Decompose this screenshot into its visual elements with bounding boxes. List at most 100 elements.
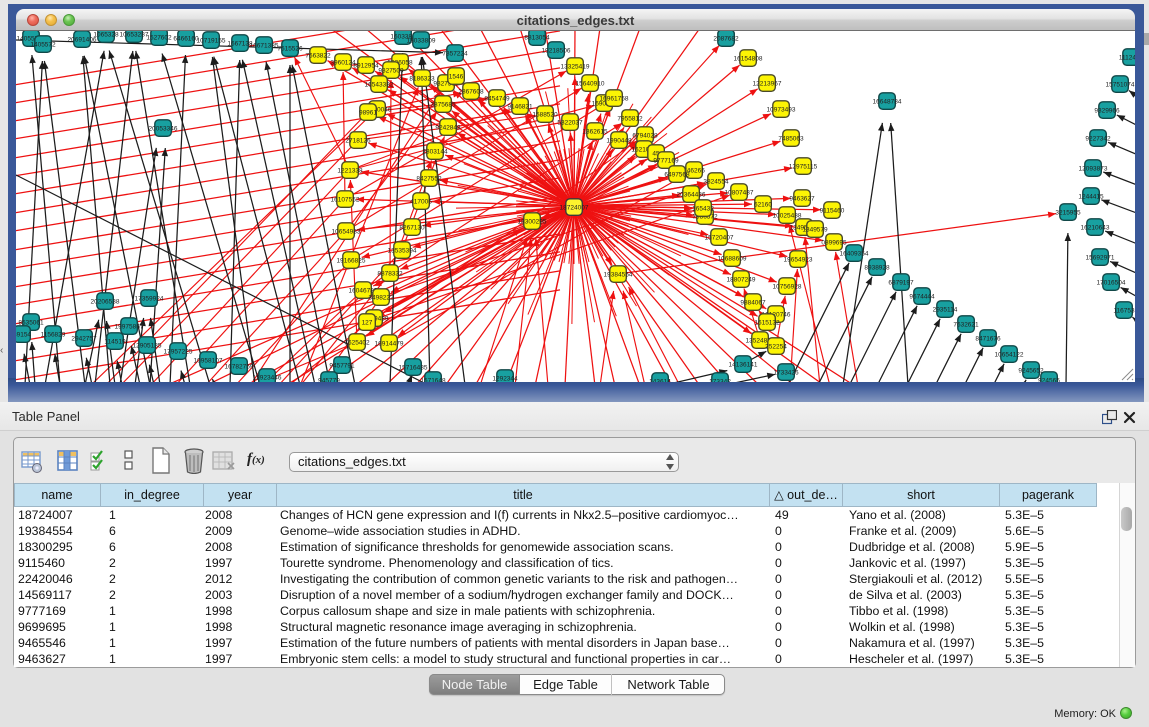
- svg-text:10654122: 10654122: [995, 351, 1024, 358]
- svg-text:9115460: 9115460: [820, 207, 845, 214]
- svg-text:3875685: 3875685: [430, 101, 456, 108]
- svg-text:19654923: 19654923: [784, 256, 813, 263]
- svg-text:8454749: 8454749: [484, 95, 510, 102]
- svg-text:16961758: 16961758: [600, 95, 629, 102]
- svg-text:9146821: 9146821: [507, 103, 533, 110]
- svg-text:16782759: 16782759: [225, 363, 254, 370]
- svg-text:18300295: 18300295: [518, 218, 547, 225]
- svg-text:15692971: 15692971: [1086, 254, 1115, 261]
- svg-text:1362615: 1362615: [582, 128, 608, 135]
- svg-text:7955812: 7955812: [617, 115, 643, 122]
- svg-text:16671385: 16671385: [250, 42, 279, 49]
- svg-text:17957225: 17957225: [164, 348, 193, 355]
- svg-text:19384554: 19384554: [604, 271, 633, 278]
- svg-text:19975867: 19975867: [115, 323, 144, 330]
- svg-text:16210643: 16210643: [1081, 224, 1110, 231]
- svg-text:13535394: 13535394: [388, 247, 417, 254]
- svg-text:98961: 98961: [359, 109, 377, 116]
- svg-text:9242848: 9242848: [435, 124, 461, 131]
- svg-text:7485063: 7485063: [778, 135, 804, 142]
- svg-text:17359924: 17359924: [135, 295, 164, 302]
- svg-text:9777169: 9777169: [653, 157, 679, 164]
- svg-text:10719155: 10719155: [197, 37, 226, 44]
- svg-text:1244415: 1244415: [1078, 193, 1104, 200]
- svg-text:13325419: 13325419: [561, 63, 590, 70]
- svg-text:1292344: 1292344: [492, 375, 518, 382]
- svg-text:114519: 114519: [104, 338, 126, 345]
- svg-text:8471676: 8471676: [975, 335, 1001, 342]
- svg-text:1112437: 1112437: [1119, 54, 1135, 61]
- svg-text:16409354: 16409354: [840, 250, 869, 257]
- svg-text:10653287: 10653287: [120, 31, 149, 38]
- svg-text:16033809: 16033809: [407, 37, 436, 44]
- svg-text:12923446: 12923446: [253, 374, 282, 381]
- svg-text:2087682: 2087682: [713, 35, 739, 42]
- svg-text:1349579: 1349579: [802, 226, 828, 233]
- svg-text:17016504: 17016504: [1097, 279, 1126, 286]
- svg-text:10973493: 10973493: [767, 106, 796, 113]
- svg-text:8427552: 8427552: [416, 175, 442, 182]
- svg-text:0899695: 0899695: [821, 239, 847, 246]
- svg-text:1546: 1546: [449, 73, 464, 80]
- svg-text:9227342: 9227342: [1085, 135, 1111, 142]
- svg-text:16543382: 16543382: [365, 81, 394, 88]
- svg-text:19166825: 19166825: [337, 257, 366, 264]
- svg-text:143614: 143614: [649, 378, 671, 382]
- svg-text:2867608: 2867608: [458, 88, 484, 95]
- svg-text:16648784: 16648784: [873, 98, 902, 105]
- svg-text:7632621: 7632621: [953, 321, 979, 328]
- svg-text:6794028: 6794028: [632, 132, 658, 139]
- svg-text:7515526: 7515526: [277, 45, 303, 52]
- svg-text:20053346: 20053346: [149, 125, 178, 132]
- svg-text:1990448: 1990448: [606, 137, 632, 144]
- svg-text:8186323: 8186323: [409, 75, 435, 82]
- svg-text:2718126: 2718126: [345, 137, 371, 144]
- svg-text:10654983: 10654983: [332, 228, 361, 235]
- svg-text:127: 127: [362, 319, 373, 326]
- svg-text:1571648: 1571648: [420, 377, 446, 382]
- svg-text:3498222: 3498222: [368, 294, 394, 301]
- svg-text:8813054: 8813054: [524, 34, 550, 41]
- svg-text:1221338: 1221338: [337, 167, 363, 174]
- svg-text:9245652: 9245652: [1018, 367, 1044, 374]
- svg-text:19218506: 19218506: [542, 47, 571, 54]
- svg-text:7663822: 7663822: [305, 52, 331, 59]
- svg-text:14136141: 14136141: [729, 361, 758, 368]
- svg-text:417006: 417006: [410, 198, 432, 205]
- svg-text:5322037: 5322037: [557, 119, 583, 126]
- svg-text:62160: 62160: [754, 201, 772, 208]
- svg-text:2935114: 2935114: [933, 306, 958, 313]
- svg-text:1405572: 1405572: [30, 41, 56, 48]
- svg-text:9327509: 9327509: [378, 67, 404, 74]
- svg-text:924565: 924565: [1038, 377, 1060, 382]
- svg-text:945779: 945779: [318, 377, 340, 382]
- svg-text:15716485: 15716485: [399, 364, 428, 371]
- svg-text:1065328: 1065328: [93, 31, 119, 38]
- svg-text:2803144: 2803144: [422, 148, 448, 155]
- svg-text:3215955: 3215955: [1055, 209, 1081, 216]
- svg-text:2942757: 2942757: [71, 335, 97, 342]
- svg-text:1733426: 1733426: [773, 369, 799, 376]
- svg-text:6466160: 6466160: [173, 35, 199, 42]
- svg-text:1588520: 1588520: [532, 111, 558, 118]
- svg-text:6497568: 6497568: [664, 171, 690, 178]
- svg-text:3824554: 3824554: [703, 178, 729, 185]
- svg-text:18724007: 18724007: [560, 204, 589, 211]
- svg-text:1615132: 1615132: [754, 319, 780, 326]
- svg-text:1527602: 1527602: [146, 34, 172, 41]
- svg-text:1156829: 1156829: [41, 331, 66, 338]
- svg-text:7625402: 7625402: [344, 339, 370, 346]
- svg-text:165432: 165432: [692, 205, 714, 212]
- svg-text:15751074: 15751074: [1106, 81, 1135, 88]
- svg-text:3960124: 3960124: [330, 59, 356, 66]
- svg-text:20206538: 20206538: [91, 298, 120, 305]
- svg-text:116753: 116753: [1113, 307, 1135, 314]
- svg-text:6879197: 6879197: [888, 279, 914, 286]
- svg-text:10807487: 10807487: [725, 189, 754, 196]
- svg-text:12975115: 12975115: [789, 163, 818, 170]
- svg-text:9674444: 9674444: [909, 293, 935, 300]
- svg-text:7357224: 7357224: [442, 50, 468, 57]
- svg-text:20364436: 20364436: [677, 191, 706, 198]
- svg-text:10958107: 10958107: [194, 357, 223, 364]
- svg-text:15640910: 15640910: [576, 80, 605, 87]
